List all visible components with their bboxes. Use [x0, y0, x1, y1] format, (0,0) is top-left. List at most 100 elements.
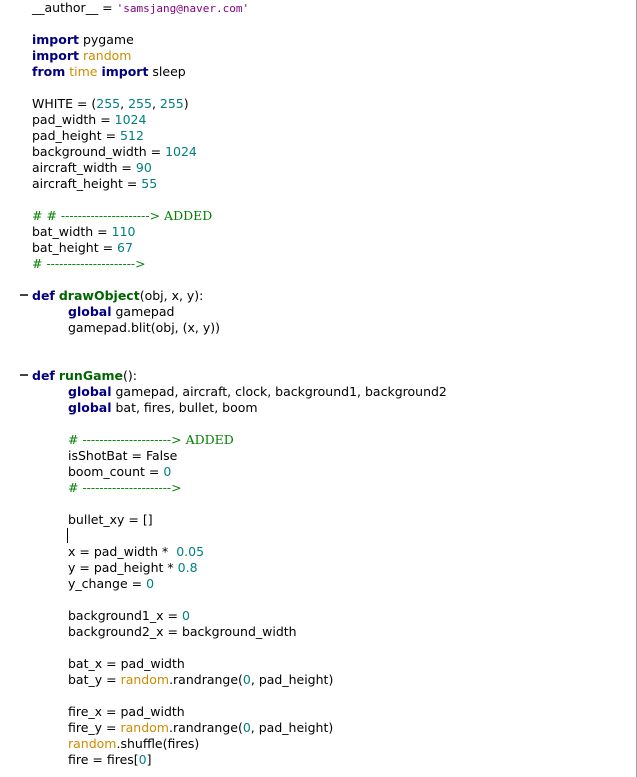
comment: # ---------------------> — [68, 480, 182, 495]
code-text: background_width = — [32, 144, 166, 159]
module-name: random — [82, 48, 132, 63]
text-cursor — [67, 528, 68, 543]
code-line: bat_width = 110 — [32, 224, 135, 240]
code-line: def runGame(): — [32, 368, 137, 384]
fold-gutter — [0, 0, 30, 777]
module-name: time — [69, 64, 98, 79]
code-text: , pad_height) — [250, 672, 334, 687]
code-line: pad_height = 512 — [32, 128, 144, 144]
code-line: isShotBat = False — [68, 448, 177, 464]
number-literal: 110 — [111, 224, 136, 239]
code-text: bat_height = — [32, 240, 118, 255]
number-literal: 67 — [117, 240, 133, 255]
number-literal: 0.05 — [176, 544, 205, 559]
number-literal: 0 — [146, 576, 155, 591]
code-text: isShotBat = False — [68, 448, 178, 463]
code-text: pad_width = — [32, 112, 115, 127]
keyword: global — [68, 400, 112, 415]
number-literal: 0 — [163, 464, 172, 479]
code-line: # ---------------------> ADDED — [68, 432, 234, 448]
code-text: gamepad — [111, 304, 175, 319]
code-text: __author__ = — [32, 0, 117, 15]
code-text: (): — [123, 368, 137, 383]
number-literal: 90 — [135, 160, 152, 175]
number-literal: 0 — [242, 672, 251, 687]
number-literal: 0 — [138, 752, 147, 767]
code-text: gamepad.blit(obj, (x, y)) — [68, 320, 220, 335]
comment: # ---------------------> — [32, 256, 146, 271]
module-name: random — [120, 720, 169, 735]
code-line: # ---------------------> — [68, 480, 182, 496]
keyword: from — [32, 64, 66, 79]
code-line: WHITE = (255, 255, 255) — [32, 96, 189, 112]
code-line: x = pad_width * 0.05 — [68, 544, 204, 560]
code-line: random.shuffle(fires) — [68, 736, 199, 752]
number-literal: 512 — [120, 128, 144, 143]
code-editor[interactable]: __author__ = 'samsjang@naver.com' import… — [0, 0, 637, 777]
code-line: fire_y = random.randrange(0, pad_height) — [68, 720, 333, 736]
number-literal: 255 — [159, 96, 184, 111]
function-name: runGame — [58, 368, 124, 383]
code-line: bullet_xy = [] — [68, 512, 153, 528]
keyword: import — [101, 64, 149, 79]
code-text: (obj, x, y): — [139, 288, 204, 303]
code-text: .randrange( — [169, 672, 243, 687]
fold-collapse-icon[interactable] — [19, 287, 30, 301]
code-text: boom_count = — [68, 464, 164, 479]
code-text: , — [120, 96, 129, 111]
code-line: bat_height = 67 — [32, 240, 133, 256]
code-line: pad_width = 1024 — [32, 112, 146, 128]
code-text: y = pad_height * — [68, 560, 178, 575]
code-text: bat, fires, bullet, boom — [111, 400, 258, 415]
number-literal: 0.8 — [177, 560, 198, 575]
code-text: , pad_height) — [250, 720, 334, 735]
keyword: def — [32, 368, 55, 383]
keyword: global — [68, 304, 112, 319]
code-line: import random — [32, 48, 131, 64]
code-line: y_change = 0 — [68, 576, 154, 592]
code-text: .shuffle(fires) — [116, 736, 200, 751]
string-literal: 'samsjang@naver.com' — [116, 2, 250, 15]
code-line: gamepad.blit(obj, (x, y)) — [68, 320, 220, 336]
code-line: import pygame — [32, 32, 134, 48]
code-line: def drawObject(obj, x, y): — [32, 288, 203, 304]
code-line: # # ---------------------> ADDED — [32, 208, 212, 224]
code-line: aircraft_height = 55 — [32, 176, 157, 192]
code-text: WHITE = ( — [32, 96, 97, 111]
number-literal: 1024 — [114, 112, 147, 127]
code-line: background_width = 1024 — [32, 144, 197, 160]
keyword: global — [68, 384, 112, 399]
code-text: gamepad, aircraft, clock, background1, b… — [111, 384, 447, 399]
code-line: # ---------------------> — [32, 256, 146, 272]
code-text: x = pad_width * — [68, 544, 177, 559]
number-literal: 1024 — [165, 144, 197, 159]
code-text: bat_y = — [68, 672, 121, 687]
code-line: global bat, fires, bullet, boom — [68, 400, 258, 416]
code-text: bullet_xy = [] — [68, 512, 153, 527]
code-line: from time import sleep — [32, 64, 186, 80]
code-text: aircraft_width = — [32, 160, 136, 175]
module-name: random — [68, 736, 117, 751]
code-text: background2_x = background_width — [68, 624, 297, 639]
function-name: drawObject — [58, 288, 140, 303]
code-text: y_change = — [68, 576, 147, 591]
code-text: fire_y = — [68, 720, 121, 735]
code-line: __author__ = 'samsjang@naver.com' — [32, 0, 249, 16]
number-literal: 255 — [128, 96, 152, 111]
module-name: random — [120, 672, 170, 687]
code-text: ] — [146, 752, 152, 767]
code-line: background2_x = background_width — [68, 624, 297, 640]
keyword: def — [32, 288, 55, 303]
code-text: ) — [183, 96, 189, 111]
code-text: fire_x = pad_width — [68, 704, 185, 719]
fold-collapse-icon[interactable] — [19, 367, 30, 381]
code-line: aircraft_width = 90 — [32, 160, 152, 176]
keyword: import — [32, 32, 79, 47]
code-text: bat_width = — [32, 224, 112, 239]
code-line: fire_x = pad_width — [68, 704, 185, 720]
comment: # ---------------------> ADDED — [68, 432, 234, 447]
number-literal: 0 — [242, 720, 251, 735]
keyword: import — [32, 48, 79, 63]
code-line: global gamepad — [68, 304, 174, 320]
code-text: pad_height = — [32, 128, 121, 143]
